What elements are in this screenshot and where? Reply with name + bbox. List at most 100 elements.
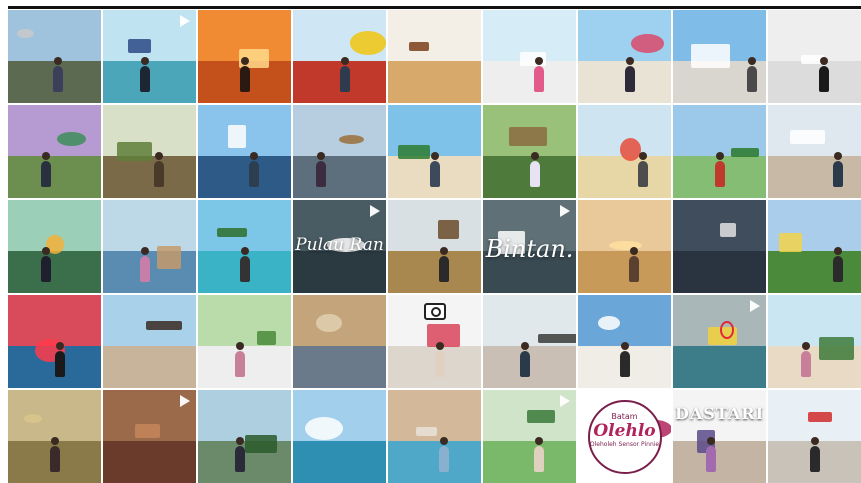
tile-person [529, 151, 540, 187]
tile-person [520, 341, 531, 377]
photo-grid: Pulau Ran Bintan. Batam Olehlo Oleholeh Sens… [8, 10, 861, 483]
tile-person [316, 151, 327, 187]
photo-tile[interactable] [768, 105, 861, 198]
tile-person [800, 341, 811, 377]
photo-tile[interactable]: DASTARI [673, 390, 766, 483]
tile-scene-element [156, 245, 182, 269]
photo-tile[interactable] [483, 105, 576, 198]
tile-scene-element [245, 434, 278, 454]
tile-scene-element [415, 427, 438, 437]
photo-tile[interactable] [103, 200, 196, 293]
tile-person [705, 436, 716, 472]
photo-tile[interactable] [198, 10, 291, 103]
tile-scene-element [349, 31, 386, 55]
photo-tile[interactable] [578, 10, 671, 103]
tile-caption-pulau: Pulau Ran [295, 235, 384, 256]
tile-person [619, 341, 630, 377]
photo-tile[interactable]: Batam Olehlo Oleholeh Sensor Pinnie [578, 390, 671, 483]
tile-scene-element [17, 28, 35, 38]
tile-person [624, 56, 635, 92]
photo-tile[interactable] [103, 10, 196, 103]
photo-tile[interactable] [388, 105, 481, 198]
tile-person [154, 151, 165, 187]
photo-tile[interactable] [483, 390, 576, 483]
tile-person [239, 246, 250, 282]
photo-tile[interactable] [673, 105, 766, 198]
tile-scene-element [807, 412, 833, 422]
photo-tile[interactable] [8, 200, 101, 293]
tile-scene-element [526, 409, 555, 424]
photo-tile[interactable] [198, 200, 291, 293]
photo-tile[interactable] [198, 390, 291, 483]
tile-scene-element [631, 34, 664, 53]
tile-scene-element [409, 41, 429, 51]
tile-ground [388, 441, 481, 483]
photo-tile[interactable] [103, 295, 196, 388]
photo-tile[interactable]: Bintan. [483, 200, 576, 293]
tile-ground [388, 61, 481, 103]
photo-tile[interactable] [768, 200, 861, 293]
photo-tile[interactable] [578, 105, 671, 198]
video-play-icon [370, 205, 380, 217]
photo-tile[interactable] [673, 295, 766, 388]
photo-tile[interactable] [293, 295, 386, 388]
tile-ground [198, 156, 291, 198]
photo-tile[interactable] [8, 105, 101, 198]
video-play-icon [655, 395, 665, 407]
photo-tile[interactable] [578, 200, 671, 293]
photo-tile[interactable] [8, 10, 101, 103]
tile-person [629, 246, 640, 282]
tile-ground [768, 251, 861, 293]
tile-ground [768, 156, 861, 198]
photo-tile[interactable] [578, 295, 671, 388]
tile-scene-element [398, 144, 430, 159]
tile-person [439, 436, 450, 472]
photo-tile[interactable] [8, 295, 101, 388]
tile-person [40, 151, 51, 187]
photo-tile[interactable] [388, 10, 481, 103]
photo-tile[interactable] [388, 295, 481, 388]
photo-tile[interactable] [103, 105, 196, 198]
tile-scene-element [619, 137, 642, 161]
frame-line [8, 6, 861, 9]
tile-ground [8, 156, 101, 198]
tile-scene-element [134, 424, 160, 439]
tile-sky [388, 200, 481, 252]
photo-tile[interactable] [673, 10, 766, 103]
tile-person [140, 246, 151, 282]
photo-tile[interactable] [673, 200, 766, 293]
photo-tile[interactable] [103, 390, 196, 483]
photo-tile[interactable] [483, 10, 576, 103]
tile-scene-element [145, 321, 183, 331]
tile-person [747, 56, 758, 92]
tile-sky [8, 295, 101, 347]
photo-tile[interactable] [293, 105, 386, 198]
photo-tile[interactable] [293, 390, 386, 483]
photo-tile[interactable] [198, 295, 291, 388]
tile-person [140, 56, 151, 92]
tile-scene-element [227, 124, 247, 148]
tile-scene-element [509, 127, 548, 146]
tile-person [638, 151, 649, 187]
photo-tile[interactable] [483, 295, 576, 388]
photo-tile[interactable] [198, 105, 291, 198]
photo-tile[interactable] [388, 390, 481, 483]
tile-scene-element [730, 147, 759, 158]
tile-person [235, 436, 246, 472]
photo-tile[interactable] [8, 390, 101, 483]
tile-scene-element [338, 134, 364, 145]
photo-tile[interactable] [388, 200, 481, 293]
tile-ground [293, 251, 386, 293]
camera-icon [423, 303, 446, 320]
tile-ground [293, 346, 386, 388]
tile-scene-element [819, 336, 855, 361]
photo-tile[interactable] [768, 10, 861, 103]
photo-tile[interactable] [768, 390, 861, 483]
tile-ground [103, 156, 196, 198]
photo-tile[interactable] [293, 10, 386, 103]
video-play-icon [560, 205, 570, 217]
photo-tile[interactable]: Pulau Ran [293, 200, 386, 293]
photo-tile[interactable] [768, 295, 861, 388]
tile-person [339, 56, 350, 92]
olehlo-logo: Batam Olehlo Oleholeh Sensor Pinnie [587, 399, 662, 474]
